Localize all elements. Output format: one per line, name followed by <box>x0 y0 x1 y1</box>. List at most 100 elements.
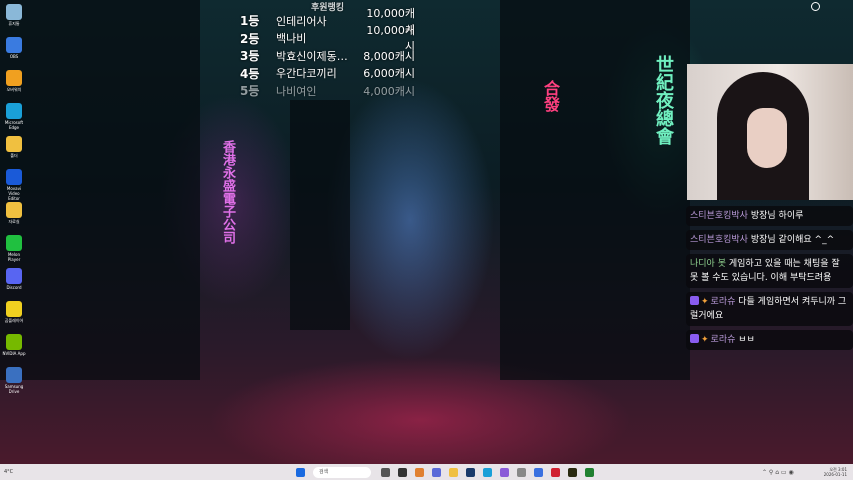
desktop-icon[interactable]: OBS <box>2 37 26 59</box>
chat-message: ✦ 로라슈 ㅂㅂ <box>686 330 853 350</box>
chat-nickname[interactable]: 스티븐호킹박사 <box>690 235 748 245</box>
chat-nickname[interactable]: 로라슈 <box>711 335 736 345</box>
app-icon[interactable] <box>466 467 475 477</box>
desktop-icon-label: Discord <box>6 285 22 290</box>
system-tray-icons[interactable]: ⌃ ⚲ ⌂ ▭ ◉ <box>762 469 794 476</box>
chat-nickname[interactable]: 스티븐호킹박사 <box>690 211 748 221</box>
start-icon[interactable] <box>296 467 305 477</box>
neon-sign: 香港永盛電子公司 <box>220 140 235 244</box>
rank-name: 인테리어사 <box>276 14 327 28</box>
neon-sign: 合發 <box>541 80 560 112</box>
chat-nickname[interactable]: 나디아 봇 <box>690 259 726 269</box>
chat-message: 나디아 봇 게임하고 있을 때는 채팅을 잘 못 볼 수도 있습니다. 이해 부… <box>686 254 853 288</box>
desktop-icon[interactable]: 오버워치 <box>2 70 26 92</box>
date: 2026-01-11 <box>823 472 847 477</box>
desktop-icon[interactable]: 폴더 <box>2 136 26 158</box>
desktop-widget[interactable] <box>800 2 830 13</box>
desktop-icon[interactable]: NVIDIA App <box>2 334 26 356</box>
rank-place: 3등 <box>240 49 260 64</box>
app-icon <box>6 103 22 119</box>
desktop-icon-label: Melon Player <box>7 252 21 262</box>
rank-name: 박효신이제동… <box>276 49 348 63</box>
desktop-icon-label: Movavi Video Editor <box>6 186 22 201</box>
desktop-icon[interactable]: Melon Player <box>2 235 26 262</box>
desktop-icon-label: 오버워치 <box>6 87 22 92</box>
app-icon <box>6 301 22 317</box>
neon-sign: 世紀夜總會 <box>653 55 674 145</box>
ranking-row: 5등 나비여인 4,000캐시 <box>240 82 415 100</box>
desktop-icon[interactable]: 곰플레이어 <box>2 301 26 323</box>
webcam-feed <box>687 64 853 200</box>
task-view-icon[interactable] <box>381 467 390 477</box>
desktop-icon[interactable]: Samsung Drive <box>2 367 26 394</box>
rank-amount: 8,000캐시 <box>363 49 415 63</box>
desktop-icon[interactable]: Microsoft Edge <box>2 103 26 130</box>
desktop-icon[interactable]: 자료실 <box>2 202 26 224</box>
rank-place: 1등 <box>240 14 260 29</box>
streamer-face <box>747 108 787 168</box>
file-explorer-icon[interactable] <box>449 467 458 477</box>
clock-icon <box>810 2 820 11</box>
app-icon[interactable] <box>568 467 577 477</box>
chat-text: ㅂㅂ <box>738 335 755 345</box>
rank-amount: 6,000캐시 <box>363 67 415 81</box>
taskbar: 4°C 검색 ⌃ ⚲ ⌂ ▭ ◉ 오전 3:01 2026-01-11 <box>0 464 853 480</box>
desktop-icon-label: Microsoft Edge <box>4 120 24 130</box>
clock[interactable]: 오전 3:01 2026-01-11 <box>824 467 847 477</box>
app-icon[interactable] <box>398 467 407 477</box>
chat-message: 스티븐호킹박사 방장님 하이루 <box>686 206 853 226</box>
rank-place: 5등 <box>240 84 260 99</box>
donation-ranking-overlay: 후원랭킹 1등 인테리어사 10,000캐시 2등 백나비 10,000캐시 3등 박효신이제… <box>240 0 415 100</box>
desktop-icon-label: NVIDIA App <box>2 351 26 356</box>
app-icon[interactable] <box>415 467 424 477</box>
ranking-row: 3등 박효신이제동… 8,000캐시 <box>240 47 415 65</box>
app-icon <box>6 136 22 152</box>
app-icon <box>6 169 22 185</box>
ranking-row: 2등 백나비 10,000캐시 <box>240 24 415 53</box>
chat-message: ✦ 로라슈 다들 게임하면서 켜두니까 그럴거에요 <box>686 292 853 326</box>
heart-badge-icon <box>690 296 699 305</box>
chat-message: 스티븐호킹박사 방장님 같이해요 ^_^ <box>686 230 853 250</box>
fan-badge-icon: ✦ <box>701 297 709 307</box>
chat-nickname[interactable]: 로라슈 <box>711 297 736 307</box>
desktop-icon-label: 곰플레이어 <box>4 318 24 323</box>
ranking-row: 4등 우간다코끼리 6,000캐시 <box>240 65 415 83</box>
app-icon <box>6 235 22 251</box>
rank-name: 나비여인 <box>276 84 317 98</box>
desktop-icon-label: 휴지통 <box>8 21 20 26</box>
app-icon <box>6 37 22 53</box>
fan-badge-icon: ✦ <box>701 335 709 345</box>
app-icon <box>6 367 22 383</box>
desktop-icon-label: 폴더 <box>10 153 18 158</box>
settings-icon[interactable] <box>517 467 526 477</box>
heart-badge-icon <box>690 334 699 343</box>
chat-panel: 스티븐호킹박사 방장님 하이루 스티븐호킹박사 방장님 같이해요 ^_^ 나디아 봇… <box>686 206 853 354</box>
app-icon[interactable] <box>534 467 543 477</box>
rank-name: 우간다코끼리 <box>276 67 337 81</box>
desktop-icon-label: 자료실 <box>8 219 20 224</box>
weather-widget[interactable]: 4°C <box>0 469 40 475</box>
rank-name: 백나비 <box>276 32 307 46</box>
app-icon <box>6 268 22 284</box>
app-icon[interactable] <box>585 467 594 477</box>
app-icon[interactable] <box>551 467 560 477</box>
app-icon <box>6 70 22 86</box>
desktop-icon[interactable]: Movavi Video Editor <box>2 169 26 201</box>
rank-place: 2등 <box>240 31 260 46</box>
chat-text: 방장님 하이루 <box>750 211 804 221</box>
edge-icon[interactable] <box>483 467 492 477</box>
desktop-icon-label: OBS <box>9 54 19 59</box>
desktop-icon-label: Samsung Drive <box>4 384 24 394</box>
app-icon[interactable] <box>500 467 509 477</box>
desktop-icon[interactable]: Discord <box>2 268 26 290</box>
app-icon[interactable] <box>432 467 441 477</box>
app-icon <box>6 202 22 218</box>
ranking-title: 후원랭킹 <box>310 3 345 13</box>
desktop-icon[interactable]: 휴지통 <box>2 4 26 26</box>
chat-text: 방장님 같이해요 ^_^ <box>750 235 835 245</box>
app-icon <box>6 4 22 20</box>
rank-place: 4등 <box>240 66 260 81</box>
app-icon <box>6 334 22 350</box>
search-input[interactable]: 검색 <box>313 466 371 478</box>
rank-amount: 4,000캐시 <box>363 84 415 98</box>
